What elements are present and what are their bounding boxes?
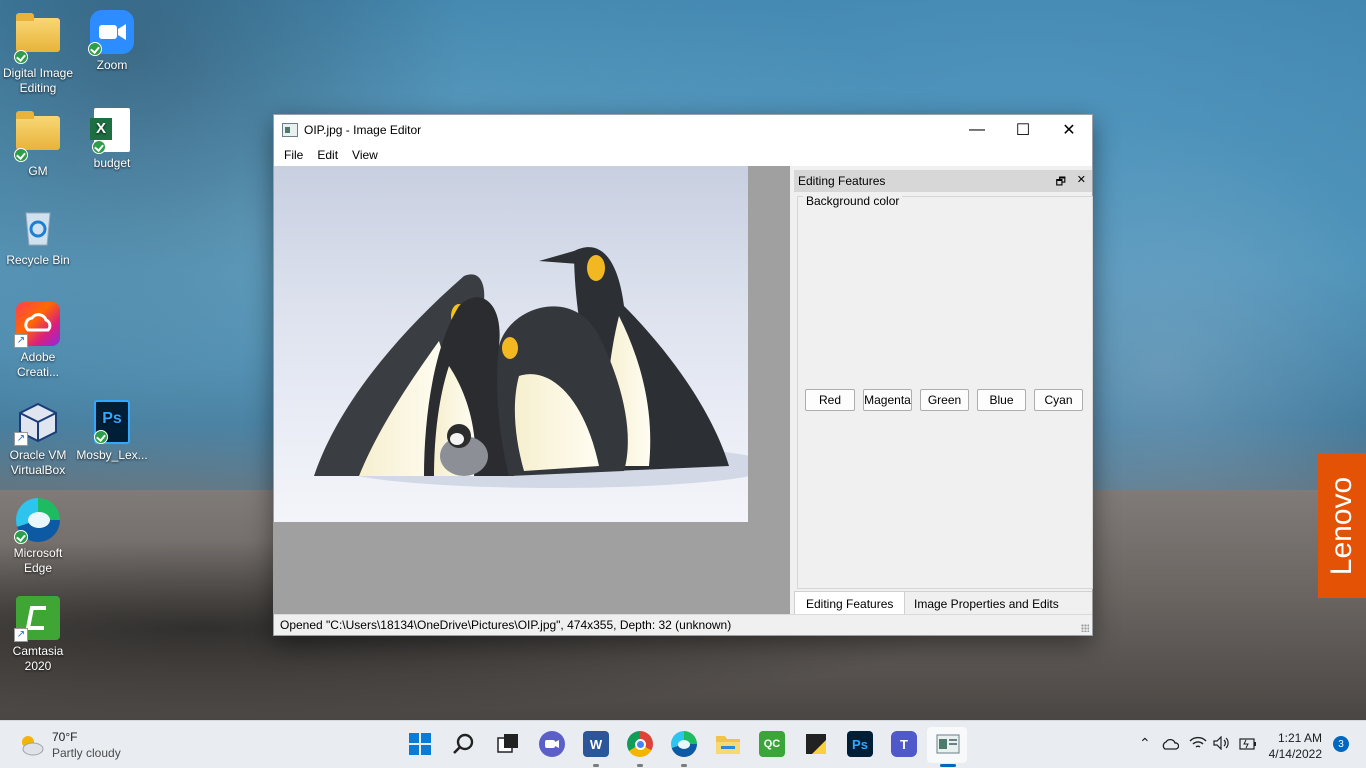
desktop-icon-zoom[interactable]: Zoom bbox=[74, 10, 150, 73]
qc-icon[interactable]: QC bbox=[759, 731, 785, 757]
folder-icon bbox=[14, 116, 60, 162]
penguin-photo bbox=[274, 166, 748, 522]
edge-running-indicator bbox=[681, 764, 687, 767]
dock-close-icon[interactable]: ✕ bbox=[1077, 173, 1086, 186]
image-canvas-area[interactable] bbox=[274, 166, 790, 614]
excel-file-icon: X bbox=[90, 108, 130, 154]
desktop-icon-camtasia[interactable]: ↗ Camtasia 2020 bbox=[0, 596, 76, 674]
volume-icon[interactable] bbox=[1213, 735, 1231, 753]
word-running-indicator bbox=[593, 764, 599, 767]
virtualbox-icon: ↗ bbox=[14, 400, 60, 446]
photoshop-icon[interactable]: Ps bbox=[847, 731, 873, 757]
title-bar[interactable]: OIP.jpg - Image Editor — ☐ ✕ bbox=[274, 115, 1092, 144]
dock-float-icon[interactable]: 🗗 bbox=[1056, 173, 1066, 192]
image-editor-window[interactable]: OIP.jpg - Image Editor — ☐ ✕ File Edit V… bbox=[273, 114, 1093, 636]
clock-date: 4/14/2022 bbox=[1268, 747, 1322, 761]
desktop-icon-microsoft-edge[interactable]: Microsoft Edge bbox=[0, 498, 76, 576]
weather-desc: Partly cloudy bbox=[52, 746, 121, 760]
menu-file[interactable]: File bbox=[277, 148, 310, 162]
weather-widget[interactable]: 70°F Partly cloudy bbox=[18, 729, 121, 761]
desktop-icon-mosby-psd[interactable]: Ps Mosby_Lex... bbox=[74, 400, 150, 463]
search-icon[interactable] bbox=[451, 731, 477, 757]
clock-time: 1:21 AM bbox=[1277, 731, 1322, 745]
taskbar: 70°F Partly cloudy W QC Ps T ⌃ 1:21 AM 4… bbox=[0, 720, 1366, 768]
status-text: Opened "C:\Users\18134\OneDrive\Pictures… bbox=[280, 618, 732, 632]
edge-icon bbox=[14, 498, 60, 544]
wifi-icon[interactable] bbox=[1189, 736, 1207, 753]
close-button[interactable]: ✕ bbox=[1046, 115, 1092, 144]
notification-badge[interactable]: 3 bbox=[1333, 736, 1349, 752]
clock[interactable]: 1:21 AM 4/14/2022 bbox=[1269, 730, 1322, 762]
image-editor-app-icon bbox=[282, 122, 298, 137]
magenta-button[interactable]: Magenta bbox=[863, 389, 912, 411]
menu-view[interactable]: View bbox=[345, 148, 385, 162]
image-editor-taskbar-icon[interactable] bbox=[935, 731, 961, 757]
maximize-button[interactable]: ☐ bbox=[1000, 115, 1046, 144]
dock-title: Editing Features bbox=[798, 174, 886, 188]
status-bar: Opened "C:\Users\18134\OneDrive\Pictures… bbox=[274, 614, 1092, 635]
start-icon[interactable] bbox=[407, 731, 433, 757]
cyan-button[interactable]: Cyan bbox=[1034, 389, 1083, 411]
battery-icon[interactable] bbox=[1237, 737, 1257, 753]
lenovo-logo: Lenovo bbox=[1318, 453, 1366, 598]
minimize-button[interactable]: — bbox=[954, 115, 1000, 144]
show-hidden-icons-icon[interactable]: ⌃ bbox=[1139, 735, 1151, 752]
psd-file-icon: Ps bbox=[94, 400, 130, 444]
tab-image-properties[interactable]: Image Properties and Edits bbox=[903, 592, 1070, 616]
desktop-icon-digital-image-editing[interactable]: Digital Image Editing bbox=[0, 10, 76, 96]
menu-edit[interactable]: Edit bbox=[310, 148, 345, 162]
blue-button[interactable]: Blue bbox=[977, 389, 1026, 411]
image-editor-active-indicator bbox=[940, 764, 956, 767]
red-button[interactable]: Red bbox=[805, 389, 855, 411]
tab-editing-features[interactable]: Editing Features bbox=[794, 592, 906, 616]
word-icon[interactable]: W bbox=[583, 731, 609, 757]
chrome-running-indicator bbox=[637, 764, 643, 767]
desktop-icon-budget[interactable]: X budget bbox=[74, 108, 150, 171]
background-color-label: Background color bbox=[803, 194, 903, 208]
resize-grip-icon[interactable] bbox=[1081, 624, 1089, 632]
desktop-icon-adobe-creative-cloud[interactable]: ↗ Adobe Creati... bbox=[0, 302, 76, 380]
window-title: OIP.jpg - Image Editor bbox=[304, 122, 422, 137]
onedrive-icon[interactable] bbox=[1161, 737, 1180, 753]
zoom-icon bbox=[88, 10, 134, 56]
teams-icon[interactable]: T bbox=[891, 731, 917, 757]
folder-icon bbox=[14, 18, 60, 64]
desktop-icon-gm[interactable]: GM bbox=[0, 108, 76, 179]
chrome-icon[interactable] bbox=[627, 731, 653, 757]
dock-title-bar[interactable]: Editing Features 🗗 ✕ bbox=[794, 170, 1092, 192]
chat-icon[interactable] bbox=[539, 731, 565, 757]
file-explorer-icon[interactable] bbox=[715, 731, 741, 757]
task-view-icon[interactable] bbox=[495, 731, 521, 757]
adobe-creative-cloud-icon: ↗ bbox=[14, 302, 60, 348]
menu-bar: File Edit View bbox=[274, 144, 1092, 166]
background-color-group: Background color Red Magenta Green Blue … bbox=[797, 194, 1093, 589]
sticky-notes-icon[interactable] bbox=[803, 731, 829, 757]
dock-tabs: Editing Features Image Properties and Ed… bbox=[794, 591, 1092, 616]
recycle-bin-icon bbox=[16, 205, 60, 249]
editing-features-dock: Editing Features 🗗 ✕ Background color Re… bbox=[794, 166, 1093, 614]
camtasia-icon: ↗ bbox=[14, 596, 60, 642]
desktop-icon-recycle-bin[interactable]: Recycle Bin bbox=[0, 205, 76, 268]
desktop-icon-virtualbox[interactable]: ↗ Oracle VM VirtualBox bbox=[0, 400, 76, 478]
edge-icon[interactable] bbox=[671, 731, 697, 757]
green-button[interactable]: Green bbox=[920, 389, 969, 411]
weather-temp: 70°F bbox=[52, 730, 78, 744]
partly-cloudy-icon bbox=[22, 736, 44, 756]
